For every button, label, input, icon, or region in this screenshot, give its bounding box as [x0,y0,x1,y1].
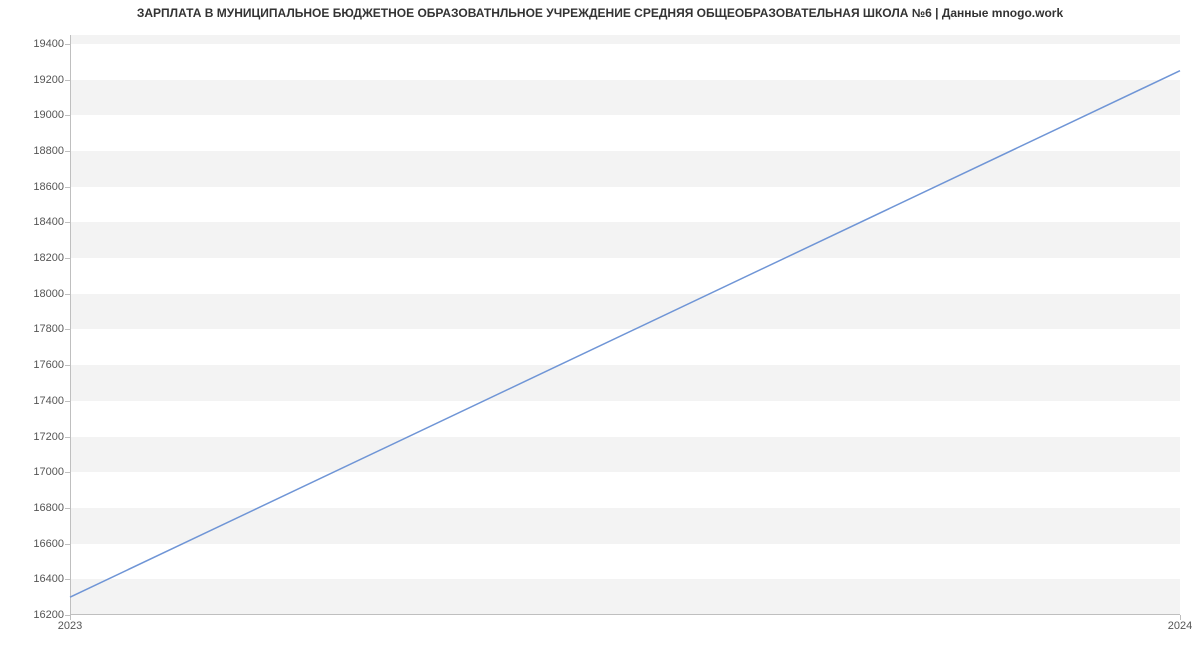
y-tick-mark [65,579,70,580]
y-tick-mark [65,437,70,438]
y-tick-label: 19400 [4,38,64,50]
y-tick-label: 17600 [4,359,64,371]
y-tick-label: 17200 [4,431,64,443]
y-tick-label: 17000 [4,466,64,478]
y-tick-mark [65,294,70,295]
y-tick-label: 18400 [4,216,64,228]
x-tick-label: 2024 [1168,620,1192,632]
y-tick-mark [65,115,70,116]
y-tick-mark [65,258,70,259]
y-tick-mark [65,187,70,188]
y-tick-label: 18000 [4,288,64,300]
chart-title: ЗАРПЛАТА В МУНИЦИПАЛЬНОЕ БЮДЖЕТНОЕ ОБРАЗ… [0,6,1200,20]
y-tick-label: 19000 [4,109,64,121]
y-tick-mark [65,508,70,509]
y-tick-mark [65,472,70,473]
y-tick-mark [65,544,70,545]
y-tick-label: 16400 [4,573,64,585]
plot-area [70,35,1180,615]
chart-container: ЗАРПЛАТА В МУНИЦИПАЛЬНОЕ БЮДЖЕТНОЕ ОБРАЗ… [0,0,1200,650]
y-tick-mark [65,44,70,45]
y-tick-label: 16200 [4,609,64,621]
data-line [70,71,1180,597]
y-tick-mark [65,329,70,330]
y-tick-label: 18200 [4,252,64,264]
y-tick-mark [65,151,70,152]
y-tick-mark [65,365,70,366]
y-tick-mark [65,222,70,223]
line-series [70,35,1180,615]
y-tick-label: 19200 [4,74,64,86]
y-tick-label: 17800 [4,323,64,335]
y-tick-label: 16600 [4,538,64,550]
y-tick-label: 18600 [4,181,64,193]
y-tick-mark [65,401,70,402]
y-tick-label: 18800 [4,145,64,157]
y-tick-mark [65,80,70,81]
y-tick-label: 17400 [4,395,64,407]
y-tick-label: 16800 [4,502,64,514]
x-tick-label: 2023 [58,620,82,632]
